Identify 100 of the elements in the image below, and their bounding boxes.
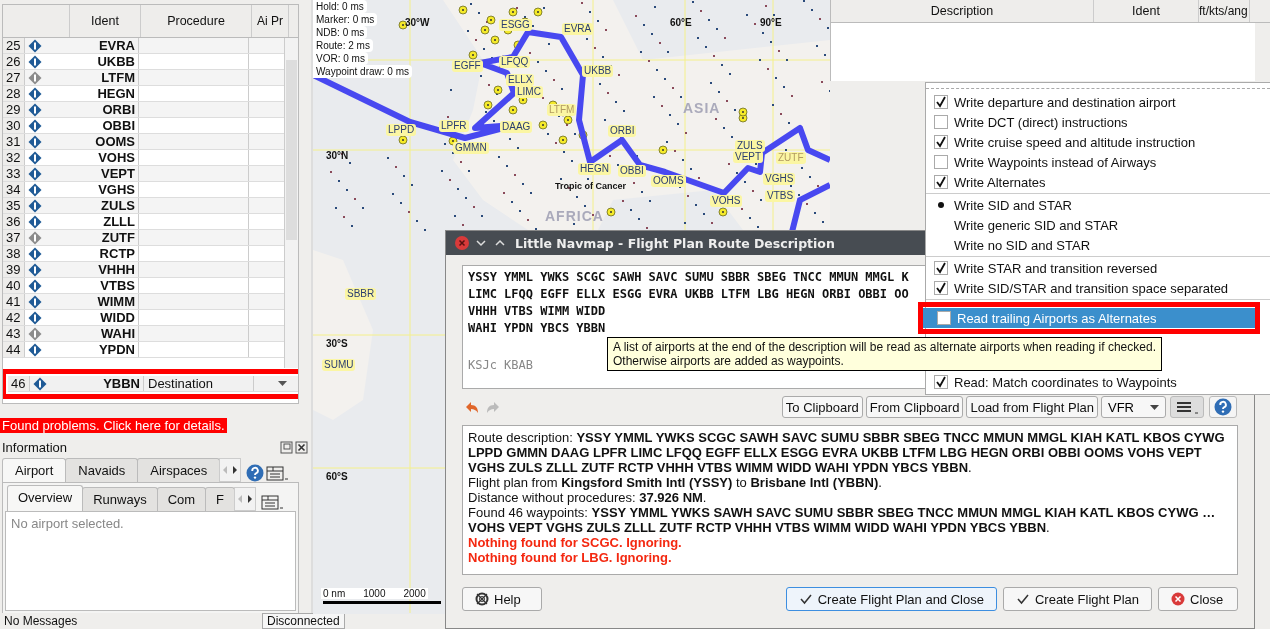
scrollbar[interactable]	[284, 38, 298, 368]
row-number: 27	[3, 70, 25, 85]
table-cell: LTFM	[69, 70, 139, 85]
table-row[interactable]: 44 YPDN	[3, 342, 286, 358]
grid-label: 90°E	[760, 17, 782, 28]
menu-icon[interactable]	[1170, 396, 1204, 418]
checked-checkbox[interactable]	[934, 95, 948, 109]
menu-item[interactable]: Write cruise speed and altitude instruction	[926, 132, 1270, 152]
row-number: 41	[3, 294, 25, 309]
menu-item[interactable]: Write no SID and STAR	[926, 235, 1270, 255]
tab[interactable]: Runways	[82, 487, 158, 511]
checked-checkbox[interactable]	[934, 175, 948, 189]
table-row[interactable]: 39 VHHH	[3, 262, 286, 278]
table-cell: RCTP	[69, 246, 139, 261]
float-icon[interactable]	[280, 441, 293, 454]
tab[interactable]: Com	[156, 487, 207, 511]
table-cell: ZUTF	[69, 230, 139, 245]
render-time-label: NDB: 0 ms	[313, 26, 368, 39]
table-row[interactable]: 33 VEPT	[3, 166, 286, 182]
checked-checkbox[interactable]	[934, 135, 948, 149]
tab[interactable]: F	[205, 487, 236, 511]
table-row[interactable]: 25 EVRA	[3, 38, 286, 54]
grid-label: 30°W	[405, 17, 430, 28]
waypoint-label: ORBI	[608, 125, 637, 137]
menu-item[interactable]: Write Waypoints instead of Airways	[926, 152, 1270, 172]
result-paragraph: Distance without procedures: 37.926 NM.	[468, 490, 708, 505]
menu-item[interactable]: Write DCT (direct) instructions	[926, 112, 1270, 132]
table-cell: HEGN	[69, 86, 139, 101]
panel-menu-icon[interactable]	[261, 494, 285, 511]
menu-item[interactable]: Write departure and destination airport	[926, 92, 1270, 112]
result-paragraph: Route description: YSSY YMML YWKS SCGC SAWH SAVC SUMU SBBR SBEG TNCC MMUN MMGL KIAH KATL KBOS CYWG LPPD GMMN DAAG LPFR LIMC LFQQ EGFF ELLX ESGG EVRA UKBB LTFM LBG HEGN ORBI OBBI OOMS VOHS VEPT VGHS ZULS ZLLL ZUTF RCTP VHHH VTBS WIMM WIDD WAHI YPDN YBCS YBBN.	[468, 430, 1226, 475]
problems-link[interactable]: Found problems. Click here for details.	[0, 418, 227, 433]
dropdown-arrow-icon	[278, 381, 287, 386]
panel-menu-icon[interactable]	[266, 465, 290, 482]
checked-checkbox[interactable]	[934, 375, 948, 389]
close-icon[interactable]	[295, 441, 308, 454]
menu-item[interactable]: Write Alternates	[926, 172, 1270, 192]
tab[interactable]: Airspaces	[137, 458, 221, 482]
toolbar-button[interactable]: From Clipboard	[865, 396, 964, 418]
row-number: 35	[3, 198, 25, 213]
grid-label: 60°E	[670, 17, 692, 28]
menu-item[interactable]: Read trailing Airports as Alternates	[923, 308, 1255, 328]
table-row[interactable]: 37 ZUTF	[3, 230, 286, 246]
dialog-button[interactable]: Help	[462, 587, 542, 611]
input-text-line: YSSY YMML YWKS SCGC SAWH SAVC SUMU SBBR SBEG TNCC MMUN MMGL K	[468, 269, 909, 286]
table-cell: ZULS	[69, 198, 139, 213]
toolbar-button[interactable]: Load from Flight Plan	[966, 396, 1098, 418]
table-row[interactable]: 41 WIMM	[3, 294, 286, 310]
row-number: 28	[3, 86, 25, 101]
menu-item[interactable]: Write SID/STAR and transition space separated	[926, 278, 1270, 298]
menu-item[interactable]: Write generic SID and STAR	[926, 215, 1270, 235]
waypoint-label: ZULS	[735, 140, 765, 152]
menu-item[interactable]: Write SID and STAR	[926, 195, 1270, 215]
error-message: Nothing found for LBG. Ignoring.	[468, 550, 673, 565]
table-cell: WIMM	[69, 294, 139, 309]
help-icon[interactable]	[1209, 396, 1237, 418]
waypoint-label: ZUTF	[776, 152, 806, 164]
table-row[interactable]: 31 OOMS	[3, 134, 286, 150]
tab[interactable]: Overview	[7, 485, 84, 511]
waypoint-label: HEGN	[578, 163, 611, 175]
close-icon	[1171, 592, 1185, 606]
table-cell: ORBI	[69, 102, 139, 117]
menu-item[interactable]: Write STAR and transition reversed	[926, 258, 1270, 278]
dialog-button[interactable]: Create Flight Plan and Close	[785, 587, 997, 611]
waypoint-label: LIMC	[515, 86, 543, 98]
row-number: 26	[3, 54, 25, 69]
tab[interactable]: Navaids	[65, 458, 139, 482]
table-cell: YPDN	[69, 342, 139, 357]
table-row[interactable]: 46 YBBN Destination	[8, 376, 298, 392]
checked-checkbox[interactable]	[934, 281, 948, 295]
dialog-button[interactable]: Close	[1158, 587, 1238, 611]
row-number: 36	[3, 214, 25, 229]
waypoint-label: GMMN	[453, 142, 489, 154]
checked-checkbox[interactable]	[934, 261, 948, 275]
render-time-label: VOR: 0 ms	[313, 52, 368, 65]
flight-rules-dropdown[interactable]: VFR	[1101, 396, 1166, 418]
grid-label: 30°S	[326, 338, 348, 349]
table-row[interactable]: 35 ZULS	[3, 198, 286, 214]
table-row[interactable]: 29 ORBI	[3, 102, 286, 118]
checkbox[interactable]	[934, 115, 948, 129]
checkbox[interactable]	[937, 311, 951, 325]
waypoint-label: ELLX	[506, 74, 535, 86]
row-number: 38	[3, 246, 25, 261]
row-number: 32	[3, 150, 25, 165]
toolbar-button[interactable]: To Clipboard	[781, 396, 863, 418]
table-cell: Destination	[148, 376, 214, 391]
tab[interactable]: Airport	[2, 458, 67, 482]
table-row[interactable]: 27 LTFM	[3, 70, 286, 86]
result-paragraph: Flight plan from Kingsford Smith Intl (YSSY) to Brisbane Intl (YBBN).	[468, 475, 883, 490]
help-icon[interactable]	[246, 464, 265, 482]
panel-title: Information	[2, 440, 69, 455]
table-cell: OBBI	[69, 118, 139, 133]
lifebuoy-icon	[475, 592, 489, 606]
table-row[interactable]: 43 WAHI	[3, 326, 286, 342]
row-number: 33	[3, 166, 25, 181]
error-message: Nothing found for SCGC. Ignoring.	[468, 535, 683, 550]
check-icon	[798, 592, 813, 606]
column-header[interactable]: ft/kts/ang	[1199, 0, 1250, 22]
checkbox[interactable]	[934, 155, 948, 169]
dialog-button[interactable]: Create Flight Plan	[1002, 587, 1152, 611]
